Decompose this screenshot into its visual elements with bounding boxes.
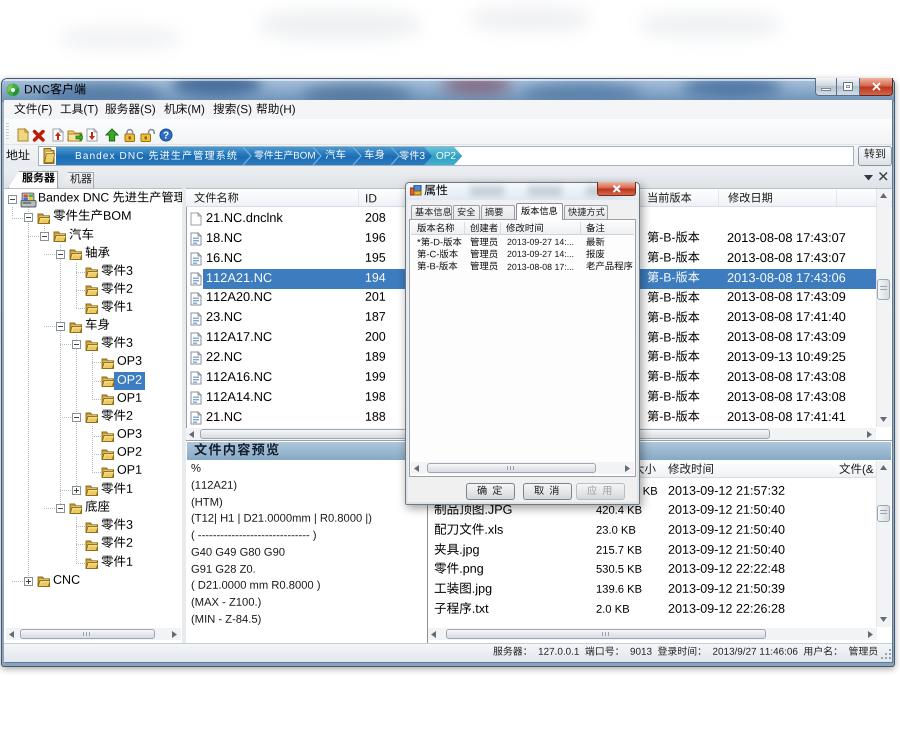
svg-text:?: ? — [163, 131, 169, 142]
